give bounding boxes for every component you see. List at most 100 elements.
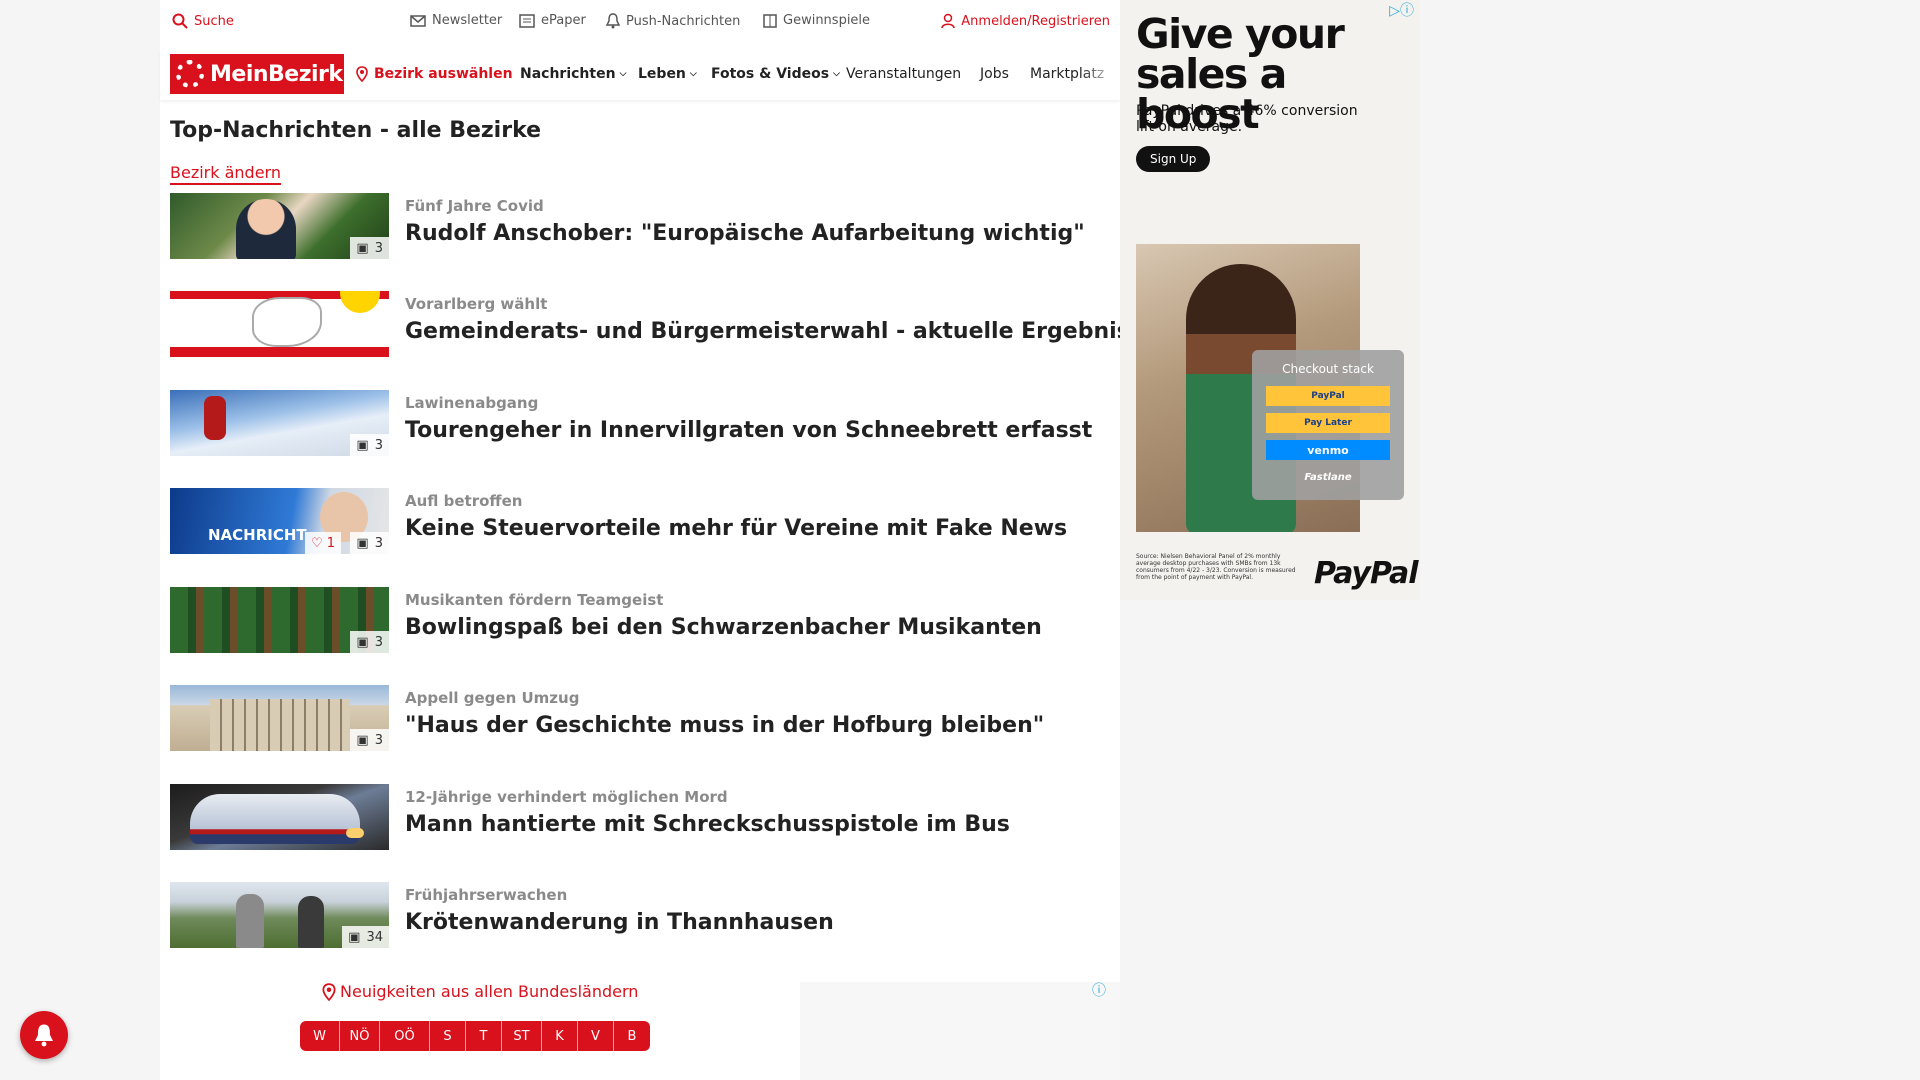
- page-title: Top-Nachrichten - alle Bezirke: [170, 118, 542, 143]
- epaper-label: ePaper: [541, 13, 586, 28]
- gift-icon: [763, 13, 777, 28]
- images-icon: ▣: [356, 240, 369, 256]
- change-bezirk-link[interactable]: Bezirk ändern: [170, 163, 281, 185]
- image-count-badge: ▣ 3: [350, 631, 389, 653]
- logo-icon: [176, 60, 204, 88]
- image-count-badge: ▣ 3: [350, 729, 389, 751]
- nav-label: Leben: [638, 66, 686, 82]
- ad-signup-button[interactable]: Sign Up: [1136, 146, 1211, 172]
- main-nav: MeinBezirk Bezirk auswählen Nachrichten ⌵…: [160, 50, 1120, 100]
- article-headline[interactable]: Keine Steuervorteile mehr für Vereine mi…: [405, 516, 1067, 541]
- article-thumbnail[interactable]: ▣ 3: [170, 685, 389, 751]
- login-label: Anmelden/Registrieren: [961, 13, 1110, 29]
- article-thumbnail[interactable]: [170, 784, 389, 850]
- notification-bell-button[interactable]: [20, 1011, 68, 1059]
- search-icon: [172, 13, 188, 29]
- venmo-option: venmo: [1266, 440, 1390, 460]
- article-thumbnail[interactable]: ▣ 3: [170, 587, 389, 653]
- state-button-noe[interactable]: NÖ: [340, 1021, 380, 1051]
- checkout-card: Checkout stack PayPal Pay Later venmo Fa…: [1252, 350, 1404, 500]
- nav-label: Jobs: [980, 66, 1009, 82]
- people-shape: [236, 894, 264, 948]
- nav-nachrichten[interactable]: Nachrichten ⌵: [520, 66, 626, 82]
- newspaper-icon: [519, 13, 535, 28]
- article-kicker: Fünf Jahre Covid: [405, 197, 544, 215]
- ad-headline-line: Give your: [1136, 10, 1345, 58]
- utility-bar: Suche Newsletter ePaper Push-Nachrichten…: [160, 0, 1120, 46]
- images-icon: ▣: [348, 929, 361, 945]
- article-item[interactable]: ▣ 3 Fünf Jahre Covid Rudolf Anschober: "E…: [170, 193, 1110, 261]
- location-pin-icon: [322, 982, 336, 1001]
- article-thumbnail[interactable]: ▣ 34: [170, 882, 389, 948]
- paypal-option: PayPal: [1266, 386, 1390, 406]
- state-button-k[interactable]: K: [542, 1021, 578, 1051]
- image-count-badge: ▣ 3: [350, 532, 389, 554]
- image-count: 3: [374, 634, 383, 650]
- map-shape: [252, 297, 322, 347]
- article-kicker: Appell gegen Umzug: [405, 689, 580, 707]
- article-thumbnail[interactable]: NACHRICHT ♡ 1 ▣ 3: [170, 488, 389, 554]
- article-headline[interactable]: Gemeinderats- und Bürgermeisterwahl - ak…: [405, 319, 1158, 344]
- portrait-shape: [236, 199, 296, 259]
- article-headline[interactable]: Rudolf Anschober: "Europäische Aufarbeit…: [405, 221, 1085, 246]
- article-headline[interactable]: Krötenwanderung in Thannhausen: [405, 910, 834, 935]
- image-count-badge: ▣ 34: [342, 926, 389, 948]
- bezirk-select[interactable]: Bezirk auswählen: [356, 66, 513, 82]
- article-headline[interactable]: Mann hantierte mit Schreckschusspistole …: [405, 812, 1010, 837]
- state-button-v[interactable]: V: [578, 1021, 614, 1051]
- nav-leben[interactable]: Leben ⌵: [638, 66, 697, 82]
- site-logo[interactable]: MeinBezirk: [170, 54, 344, 94]
- push-link[interactable]: Push-Nachrichten: [606, 13, 740, 29]
- image-count: 3: [374, 240, 383, 256]
- newsletter-link[interactable]: Newsletter: [410, 13, 502, 28]
- nav-veranstaltungen[interactable]: Veranstaltungen: [846, 66, 961, 82]
- fastlane-option: Fastlane: [1304, 471, 1352, 483]
- location-pin-icon: [356, 66, 368, 82]
- bell-icon: [35, 1024, 53, 1047]
- sun-shape: [340, 291, 380, 313]
- article-item[interactable]: Vorarlberg wählt Gemeinderats- und Bürge…: [170, 291, 1158, 359]
- ad-info-icon[interactable]: ⓘ: [1092, 980, 1106, 1000]
- gewinnspiele-link[interactable]: Gewinnspiele: [763, 13, 870, 28]
- search-button[interactable]: Suche: [172, 13, 234, 29]
- article-item[interactable]: 12-Jährige verhindert möglichen Mord Man…: [170, 784, 1110, 852]
- climber-shape: [204, 396, 226, 440]
- article-item[interactable]: ▣ 34 Frühjahrserwachen Krötenwanderung in…: [170, 882, 1110, 950]
- article-headline[interactable]: "Haus der Geschichte muss in der Hofburg…: [405, 713, 1044, 738]
- article-thumbnail[interactable]: [170, 291, 389, 357]
- like-count: 1: [326, 535, 335, 551]
- article-item[interactable]: ▣ 3 Lawinenabgang Tourengeher in Innervil…: [170, 390, 1110, 458]
- state-button-st[interactable]: ST: [502, 1021, 542, 1051]
- advertisement[interactable]: ▷ⓘ Give your sales a boost PayPal drives…: [1120, 0, 1420, 600]
- image-count: 3: [374, 732, 383, 748]
- flag-stripe-bottom: [170, 347, 389, 357]
- article-kicker: Lawinenabgang: [405, 394, 539, 412]
- image-count-badge: ▣ 3: [350, 237, 389, 259]
- user-icon: [941, 13, 956, 29]
- nav-jobs[interactable]: Jobs: [980, 66, 1009, 82]
- ad-subtext: PayPal drives a 46% conversion lift on a…: [1136, 103, 1358, 135]
- image-count: 34: [366, 929, 383, 945]
- all-states-link[interactable]: Neuigkeiten aus allen Bundesländern: [322, 982, 638, 1001]
- article-item[interactable]: ▣ 3 Musikanten fördern Teamgeist Bowlings…: [170, 587, 1110, 655]
- nav-fade: [1080, 50, 1120, 100]
- nav-fotos-videos[interactable]: Fotos & Videos ⌵: [711, 66, 840, 82]
- article-item[interactable]: NACHRICHT ♡ 1 ▣ 3 Aufl betroffen Keine Ste…: [170, 488, 1110, 556]
- epaper-link[interactable]: ePaper: [519, 13, 586, 28]
- state-button-ooe[interactable]: OÖ: [380, 1021, 430, 1051]
- state-button-b[interactable]: B: [614, 1021, 650, 1051]
- login-link[interactable]: Anmelden/Registrieren: [941, 13, 1110, 29]
- images-icon: ▣: [356, 732, 369, 748]
- article-item[interactable]: ▣ 3 Appell gegen Umzug "Haus der Geschich…: [170, 685, 1110, 753]
- state-button-t[interactable]: T: [466, 1021, 502, 1051]
- article-thumbnail[interactable]: ▣ 3: [170, 390, 389, 456]
- all-states-label: Neuigkeiten aus allen Bundesländern: [340, 982, 639, 1001]
- article-headline[interactable]: Tourengeher in Innervillgraten von Schne…: [405, 418, 1092, 443]
- article-headline[interactable]: Bowlingspaß bei den Schwarzenbacher Musi…: [405, 615, 1042, 640]
- nav-label: Nachrichten: [520, 66, 616, 82]
- heart-icon: ♡: [311, 535, 323, 551]
- article-thumbnail[interactable]: ▣ 3: [170, 193, 389, 259]
- bezirk-label: Bezirk auswählen: [374, 66, 513, 82]
- state-button-s[interactable]: S: [430, 1021, 466, 1051]
- state-button-w[interactable]: W: [300, 1021, 340, 1051]
